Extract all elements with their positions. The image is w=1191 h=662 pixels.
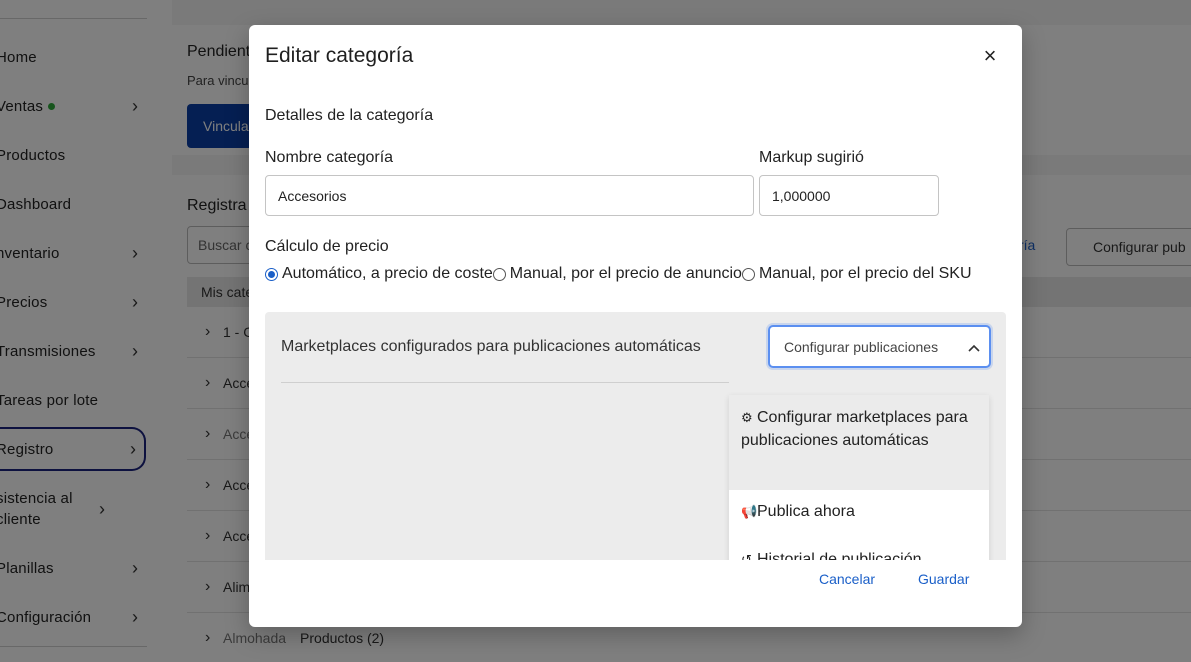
radio-button[interactable] — [492, 267, 506, 281]
cancel-button[interactable]: Cancelar — [819, 571, 875, 587]
save-button[interactable]: Guardar — [918, 571, 969, 587]
marketplaces-scroll-area[interactable]: Marketplaces configurados para publicaci… — [265, 312, 1006, 560]
dropdown-item-label: Configurar marketplaces para publicacion… — [741, 409, 968, 449]
dropdown-item-configure-marketplaces[interactable]: ⚙ Configurar marketplaces para publicacio… — [729, 395, 989, 490]
modal-title: Editar categoría — [265, 44, 414, 67]
configure-publications-label: Configurar publicaciones — [784, 338, 939, 355]
radio-button[interactable] — [265, 267, 278, 281]
details-section-label: Detalles de la categoría — [265, 107, 434, 124]
chevron-up-icon — [959, 339, 989, 355]
price-option-label: Manual, por el precio del SKU — [758, 265, 972, 282]
marketplaces-title: Marketplaces configurados para publicaci… — [281, 338, 701, 355]
name-field-label: Nombre categoría — [265, 149, 394, 166]
history-icon: ↺ — [741, 552, 752, 560]
price-calc-options: Automático, a precio de coste Manual, por… — [265, 265, 972, 283]
configure-publications-button[interactable]: Configurar publicaciones — [768, 325, 991, 368]
price-option[interactable]: Manual, por el precio de anuncio — [492, 265, 742, 283]
edit-category-modal: Editar categoría × Detalles de la catego… — [249, 25, 1022, 627]
markup-field-label: Markup sugirió — [759, 149, 864, 166]
dropdown-item-label: Historial de publicación automática — [757, 551, 922, 560]
megaphone-icon: 📢 — [741, 504, 758, 519]
category-name-input[interactable] — [265, 175, 754, 216]
dropdown-item-publish-history[interactable]: ↺ Historial de publicación automática — [729, 537, 989, 560]
markup-input[interactable] — [759, 175, 939, 216]
dropdown-item-label: Publica ahora — [757, 503, 855, 520]
price-option-label: Automático, a precio de coste — [282, 265, 493, 282]
publications-dropdown-menu: ⚙ Configurar marketplaces para publicacio… — [729, 395, 989, 560]
marketplaces-divider — [281, 382, 729, 383]
price-option[interactable]: Automático, a precio de coste — [265, 265, 493, 283]
price-option[interactable]: Manual, por el precio del SKU — [741, 265, 972, 283]
radio-button[interactable] — [741, 267, 755, 281]
close-icon[interactable]: × — [979, 45, 1001, 67]
price-calc-label: Cálculo de precio — [265, 238, 389, 255]
dropdown-item-publish-now[interactable]: 📢Publica ahora — [729, 490, 989, 537]
gear-icon: ⚙ — [741, 410, 753, 425]
price-option-label: Manual, por el precio de anuncio — [509, 265, 742, 282]
